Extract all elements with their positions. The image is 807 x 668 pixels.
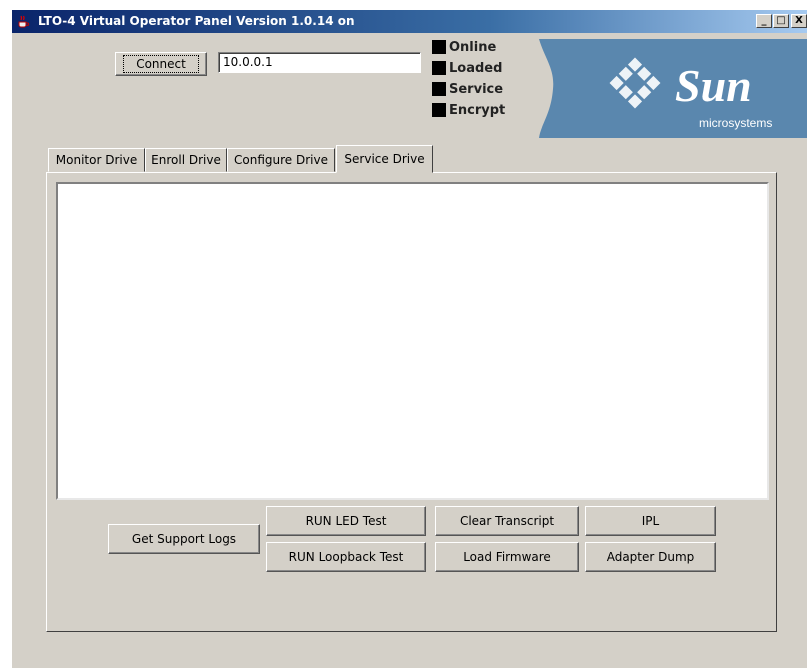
transcript-area[interactable]	[56, 182, 769, 500]
tab-label: Configure Drive	[234, 153, 328, 167]
sun-subbrand: microsystems	[699, 116, 772, 130]
tab-configure-drive[interactable]: Configure Drive	[227, 148, 335, 172]
indicator-service: Service	[432, 80, 503, 98]
java-cup-icon	[18, 15, 30, 28]
indicator-online: Online	[432, 38, 496, 56]
indicator-label: Online	[449, 39, 497, 55]
led-encrypt	[432, 103, 446, 117]
ipl-button[interactable]: IPL	[585, 506, 716, 536]
tab-label: Monitor Drive	[55, 153, 138, 167]
title-bar[interactable]: LTO-4 Virtual Operator Panel Version 1.0…	[12, 10, 807, 33]
address-input[interactable]: 10.0.0.1	[218, 52, 421, 73]
get-support-logs-button[interactable]: Get Support Logs	[108, 524, 260, 554]
led-service	[432, 82, 446, 96]
indicator-loaded: Loaded	[432, 59, 502, 77]
adapter-dump-button[interactable]: Adapter Dump	[585, 542, 716, 572]
close-button[interactable]: X	[791, 14, 807, 28]
led-online	[432, 40, 446, 54]
indicator-label: Service	[449, 81, 504, 97]
connect-button[interactable]: Connect	[115, 52, 207, 76]
tab-monitor-drive[interactable]: Monitor Drive	[48, 148, 145, 172]
load-firmware-button[interactable]: Load Firmware	[435, 542, 579, 572]
connect-label: Connect	[123, 55, 199, 73]
tab-service-drive[interactable]: Service Drive	[336, 145, 433, 173]
tab-label: Enroll Drive	[151, 153, 221, 167]
run-loopback-test-button[interactable]: RUN Loopback Test	[266, 542, 426, 572]
sun-logo-banner: Sun microsystems	[539, 39, 807, 138]
window-title: LTO-4 Virtual Operator Panel Version 1.0…	[38, 14, 355, 28]
tab-enroll-drive[interactable]: Enroll Drive	[145, 148, 227, 172]
run-led-test-button[interactable]: RUN LED Test	[266, 506, 426, 536]
indicator-label: Encrypt	[449, 102, 506, 118]
service-drive-panel: Get Support Logs RUN LED Test RUN Loopba…	[46, 172, 777, 632]
sun-brand: Sun	[675, 60, 752, 111]
led-loaded	[432, 61, 446, 75]
app-window: LTO-4 Virtual Operator Panel Version 1.0…	[12, 10, 807, 668]
minimize-button[interactable]: _	[756, 14, 772, 28]
sun-logo: Sun microsystems	[539, 39, 772, 138]
tab-label: Service Drive	[344, 152, 425, 166]
indicator-label: Loaded	[449, 60, 503, 76]
sun-logo-icon	[609, 57, 661, 109]
indicator-encrypt: Encrypt	[432, 101, 505, 119]
clear-transcript-button[interactable]: Clear Transcript	[435, 506, 579, 536]
maximize-button[interactable]: □	[773, 14, 789, 28]
